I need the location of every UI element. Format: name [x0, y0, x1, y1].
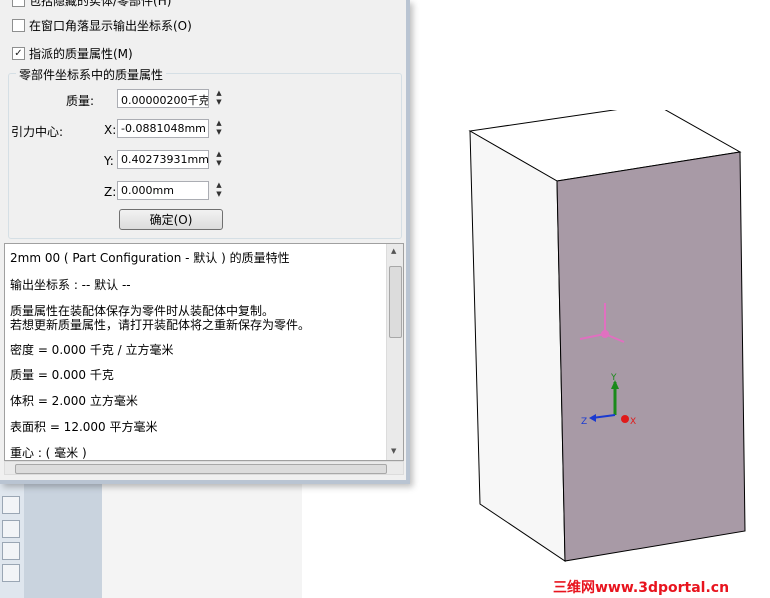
checkmark-icon[interactable]: ✓	[12, 47, 25, 60]
triad-label-y: Y	[610, 373, 617, 383]
watermark-text: 三维网www.3dportal.cn	[553, 580, 730, 596]
scroll-down-icon[interactable]: ▼	[391, 447, 396, 455]
result-line: 2mm 00 ( Part Configuration - 默认 ) 的质量特性	[10, 251, 290, 265]
triad-label-z: Z	[581, 417, 587, 427]
check-assigned-mass-label: 指派的质量属性(M)	[29, 47, 133, 61]
triad-label-x: X	[630, 417, 636, 427]
checkbox-icon[interactable]	[12, 0, 25, 7]
mass-spinner-icon[interactable]: ▲ ▼	[214, 89, 224, 108]
tool-icon-1[interactable]	[2, 496, 20, 514]
result-line: 密度 = 0.000 千克 / 立方毫米	[10, 343, 174, 357]
check-show-output-coord-label: 在窗口角落显示输出坐标系(O)	[29, 19, 192, 33]
check-include-hidden[interactable]: 包括隐藏的实体/零部件(H)	[12, 0, 171, 9]
x-input[interactable]: -0.0881048mm	[117, 119, 209, 138]
feature-tree-list	[102, 480, 302, 598]
mass-properties-dialog: 包括隐藏的实体/零部件(H) 在窗口角落显示输出坐标系(O) ✓ 指派的质量属性…	[0, 0, 410, 484]
check-show-output-coord[interactable]: 在窗口角落显示输出坐标系(O)	[12, 17, 192, 34]
hscroll-thumb[interactable]	[15, 464, 387, 474]
x-spinner-icon[interactable]: ▲ ▼	[214, 119, 224, 138]
result-line: 质量 = 0.000 千克	[10, 368, 114, 382]
model-viewport[interactable]: Y Z X	[420, 110, 770, 570]
check-assigned-mass[interactable]: ✓ 指派的质量属性(M)	[12, 45, 133, 62]
tool-icon-3[interactable]	[2, 542, 20, 560]
result-line: 输出坐标系 : -- 默认 --	[10, 278, 131, 292]
horizontal-scrollbar[interactable]	[4, 461, 404, 475]
tool-icon-2[interactable]	[2, 520, 20, 538]
result-line: 若想更新质量属性，请打开装配体将之重新保存为零件。	[10, 318, 311, 332]
scroll-thumb[interactable]	[389, 266, 402, 338]
result-line: 表面积 = 12.000 平方毫米	[10, 420, 158, 434]
checkbox-icon[interactable]	[12, 19, 25, 32]
tool-icon-4[interactable]	[2, 564, 20, 582]
z-input[interactable]: 0.000mm	[117, 181, 209, 200]
x-label: X:	[104, 123, 117, 137]
vertical-scrollbar[interactable]: ▲ ▼	[386, 244, 403, 460]
z-label: Z:	[104, 185, 117, 199]
result-line: 体积 = 2.000 立方毫米	[10, 394, 138, 408]
box-side-face	[469, 130, 566, 562]
check-include-hidden-label: 包括隐藏的实体/零部件(H)	[29, 0, 172, 8]
scroll-up-icon[interactable]: ▲	[391, 247, 396, 255]
ok-button[interactable]: 确定(O)	[119, 209, 223, 230]
feature-tree-panel	[24, 480, 102, 598]
y-spinner-icon[interactable]: ▲ ▼	[214, 150, 224, 169]
center-of-gravity-label: 引力中心:	[11, 125, 64, 139]
mass-input[interactable]: 0.00000200千克	[117, 89, 209, 108]
box-front-face	[556, 151, 746, 562]
toolbar-strip	[0, 480, 25, 598]
mass-label: 质量:	[66, 94, 95, 108]
y-input[interactable]: 0.40273931mm	[117, 150, 209, 169]
y-label: Y:	[104, 154, 114, 168]
z-spinner-icon[interactable]: ▲ ▼	[214, 181, 224, 200]
group-title: 零部件坐标系中的质量属性	[16, 66, 167, 83]
result-line: 重心 : ( 毫米 )	[10, 446, 87, 460]
results-textbox[interactable]: 2mm 00 ( Part Configuration - 默认 ) 的质量特性…	[4, 243, 404, 461]
